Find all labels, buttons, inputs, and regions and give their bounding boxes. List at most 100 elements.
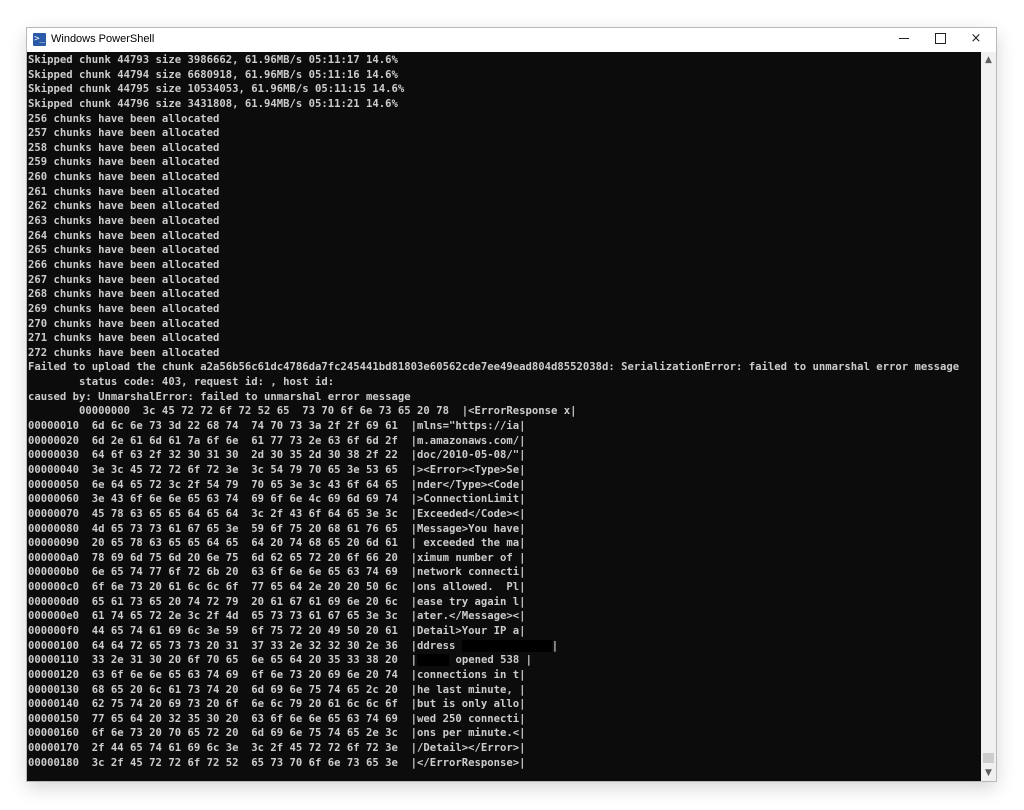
console-line-text: 00000060 3e 43 6f 6e 6e 65 63 74 69 6f 6…: [28, 493, 526, 506]
console-line-text: 269 chunks have been allocated: [28, 302, 220, 315]
console-line: 257 chunks have been allocated: [28, 126, 981, 141]
vertical-scrollbar[interactable]: ▲ ▼: [981, 52, 996, 781]
console-line-text: 00000170 2f 44 65 74 61 69 6c 3e 3c 2f 4…: [28, 742, 526, 755]
console-line-text: 00000100 64 64 72 65 73 73 20 31 37 33 2…: [28, 639, 462, 652]
console-line: 263 chunks have been allocated: [28, 214, 981, 229]
console-line: 00000050 6e 64 65 72 3c 2f 54 79 70 65 3…: [28, 478, 981, 493]
console-line-text: 268 chunks have been allocated: [28, 288, 220, 301]
console-line-text: 259 chunks have been allocated: [28, 156, 220, 169]
console-line-text: 256 chunks have been allocated: [28, 112, 220, 125]
console-line-text: 000000f0 44 65 74 61 69 6c 3e 59 6f 75 7…: [28, 624, 526, 637]
console-line: 00000140 62 75 74 20 69 73 20 6f 6e 6c 7…: [28, 697, 981, 712]
console-line: 271 chunks have been allocated: [28, 331, 981, 346]
console-line-text: Skipped chunk 44795 size 10534053, 61.96…: [28, 83, 405, 96]
console-line-text: 00000130 68 65 20 6c 61 73 74 20 6d 69 6…: [28, 683, 526, 696]
console-line: 00000090 20 65 78 63 65 65 64 65 64 20 7…: [28, 536, 981, 551]
console-line: 000000f0 44 65 74 61 69 6c 3e 59 6f 75 7…: [28, 624, 981, 639]
console-line-text: 00000080 4d 65 73 73 61 67 65 3e 59 6f 7…: [28, 522, 526, 535]
console-line-text: 00000070 45 78 63 65 65 64 65 64 3c 2f 4…: [28, 507, 526, 520]
console-line: 259 chunks have been allocated: [28, 155, 981, 170]
console-line: 266 chunks have been allocated: [28, 258, 981, 273]
console-line: 00000030 64 6f 63 2f 32 30 31 30 2d 30 3…: [28, 448, 981, 463]
console-line: 268 chunks have been allocated: [28, 287, 981, 302]
console-line: 258 chunks have been allocated: [28, 141, 981, 156]
console-line-text: 00000150 77 65 64 20 32 35 30 20 63 6f 6…: [28, 712, 526, 725]
console-line: 00000020 6d 2e 61 6d 61 7a 6f 6e 61 77 7…: [28, 434, 981, 449]
close-button[interactable]: ×: [958, 28, 994, 52]
console-line: caused by: UnmarshalError: failed to unm…: [28, 390, 981, 405]
console-line: 00000100 64 64 72 65 73 73 20 31 37 33 2…: [28, 639, 981, 654]
console-line-text: 00000000 3c 45 72 72 6f 72 52 65 73 70 6…: [28, 405, 577, 418]
console-line-text: 00000010 6d 6c 6e 73 3d 22 68 74 74 70 7…: [28, 420, 526, 433]
console-output[interactable]: Skipped chunk 44793 size 3986662, 61.96M…: [28, 53, 981, 780]
console-line: 00000060 3e 43 6f 6e 6e 65 63 74 69 6f 6…: [28, 492, 981, 507]
console-line-text: 00000180 3c 2f 45 72 72 6f 72 52 65 73 7…: [28, 756, 526, 769]
console-line-tail: opened 538 |: [449, 654, 532, 667]
console-line-text: 270 chunks have been allocated: [28, 317, 220, 330]
minimize-button[interactable]: [886, 28, 922, 52]
console-line: 264 chunks have been allocated: [28, 229, 981, 244]
console-line-text: 265 chunks have been allocated: [28, 244, 220, 257]
console-line-text: 263 chunks have been allocated: [28, 215, 220, 228]
console-line: 00000040 3e 3c 45 72 72 6f 72 3e 3c 54 7…: [28, 463, 981, 478]
console-line-text: 000000c0 6f 6e 73 20 61 6c 6c 6f 77 65 6…: [28, 581, 526, 594]
close-icon: ×: [970, 31, 982, 46]
scroll-down-arrow-icon[interactable]: ▼: [981, 765, 996, 781]
console-line-text: 000000e0 61 74 65 72 2e 3c 2f 4d 65 73 7…: [28, 610, 526, 623]
console-line: status code: 403, request id: , host id:: [28, 375, 981, 390]
console-line: 261 chunks have been allocated: [28, 185, 981, 200]
console-line-text: 000000a0 78 69 6d 75 6d 20 6e 75 6d 62 6…: [28, 551, 526, 564]
maximize-button[interactable]: [922, 28, 958, 52]
console-line: 00000120 63 6f 6e 6e 65 63 74 69 6f 6e 7…: [28, 668, 981, 683]
console-line-text: Skipped chunk 44794 size 6680918, 61.96M…: [28, 68, 398, 81]
console-line-text: 258 chunks have been allocated: [28, 141, 220, 154]
console-line: 272 chunks have been allocated: [28, 346, 981, 361]
console-line: 00000000 3c 45 72 72 6f 72 52 65 73 70 6…: [28, 404, 981, 419]
console-line: 267 chunks have been allocated: [28, 273, 981, 288]
console-line-text: 00000050 6e 64 65 72 3c 2f 54 79 70 65 3…: [28, 478, 526, 491]
console-line: 00000160 6f 6e 73 20 70 65 72 20 6d 69 6…: [28, 726, 981, 741]
console-line: 00000180 3c 2f 45 72 72 6f 72 52 65 73 7…: [28, 756, 981, 771]
console-line: 265 chunks have been allocated: [28, 243, 981, 258]
maximize-icon: [934, 33, 946, 44]
console-line: 262 chunks have been allocated: [28, 199, 981, 214]
minimize-icon: [899, 38, 909, 39]
console-line: 269 chunks have been allocated: [28, 302, 981, 317]
console-line-text: 271 chunks have been allocated: [28, 332, 220, 345]
console-line-text: 00000040 3e 3c 45 72 72 6f 72 3e 3c 54 7…: [28, 463, 526, 476]
console-line-text: 272 chunks have been allocated: [28, 346, 220, 359]
window-title: Windows PowerShell: [51, 33, 155, 45]
console-line: 260 chunks have been allocated: [28, 170, 981, 185]
console-line: Skipped chunk 44796 size 3431808, 61.94M…: [28, 97, 981, 112]
console-line-text: 00000140 62 75 74 20 69 73 20 6f 6e 6c 7…: [28, 698, 526, 711]
console-line: 256 chunks have been allocated: [28, 112, 981, 127]
console-line: 000000b0 6e 65 74 77 6f 72 6b 20 63 6f 6…: [28, 565, 981, 580]
console-line-text: 000000d0 65 61 73 65 20 74 72 79 20 61 6…: [28, 595, 526, 608]
console-line-text: Failed to upload the chunk a2a56b56c61dc…: [28, 361, 960, 374]
scroll-up-arrow-icon[interactable]: ▲: [981, 52, 996, 68]
console-line: Skipped chunk 44793 size 3986662, 61.96M…: [28, 53, 981, 68]
console-line-text: 267 chunks have been allocated: [28, 273, 220, 286]
console-line: 00000080 4d 65 73 73 61 67 65 3e 59 6f 7…: [28, 522, 981, 537]
console-line-text: 264 chunks have been allocated: [28, 229, 220, 242]
console-line-text: caused by: UnmarshalError: failed to unm…: [28, 390, 411, 403]
console-line-text: 00000110 33 2e 31 30 20 6f 70 65 6e 65 6…: [28, 654, 418, 667]
console-line-text: 00000120 63 6f 6e 6e 65 63 74 69 6f 6e 7…: [28, 668, 526, 681]
title-bar[interactable]: >_ Windows PowerShell ×: [27, 28, 996, 52]
console-line: Failed to upload the chunk a2a56b56c61dc…: [28, 360, 981, 375]
console-line: 000000d0 65 61 73 65 20 74 72 79 20 61 6…: [28, 595, 981, 610]
console-line: 000000a0 78 69 6d 75 6d 20 6e 75 6d 62 6…: [28, 551, 981, 566]
console-line-text: 257 chunks have been allocated: [28, 127, 220, 140]
console-line: 270 chunks have been allocated: [28, 317, 981, 332]
powershell-window: >_ Windows PowerShell × Skipped chunk 44…: [27, 28, 996, 781]
powershell-icon: >_: [33, 33, 46, 46]
console-line: 00000170 2f 44 65 74 61 69 6c 3e 3c 2f 4…: [28, 741, 981, 756]
console-line-text: 00000090 20 65 78 63 65 65 64 65 64 20 7…: [28, 537, 526, 550]
scrollbar-thumb[interactable]: [983, 753, 994, 763]
console-line: Skipped chunk 44794 size 6680918, 61.96M…: [28, 68, 981, 83]
console-line-tail: |: [551, 639, 559, 652]
console-line-text: status code: 403, request id: , host id:: [28, 376, 335, 389]
console-line-text: 000000b0 6e 65 74 77 6f 72 6b 20 63 6f 6…: [28, 566, 526, 579]
redaction-box: [417, 654, 450, 667]
console-line-text: 00000020 6d 2e 61 6d 61 7a 6f 6e 61 77 7…: [28, 434, 526, 447]
